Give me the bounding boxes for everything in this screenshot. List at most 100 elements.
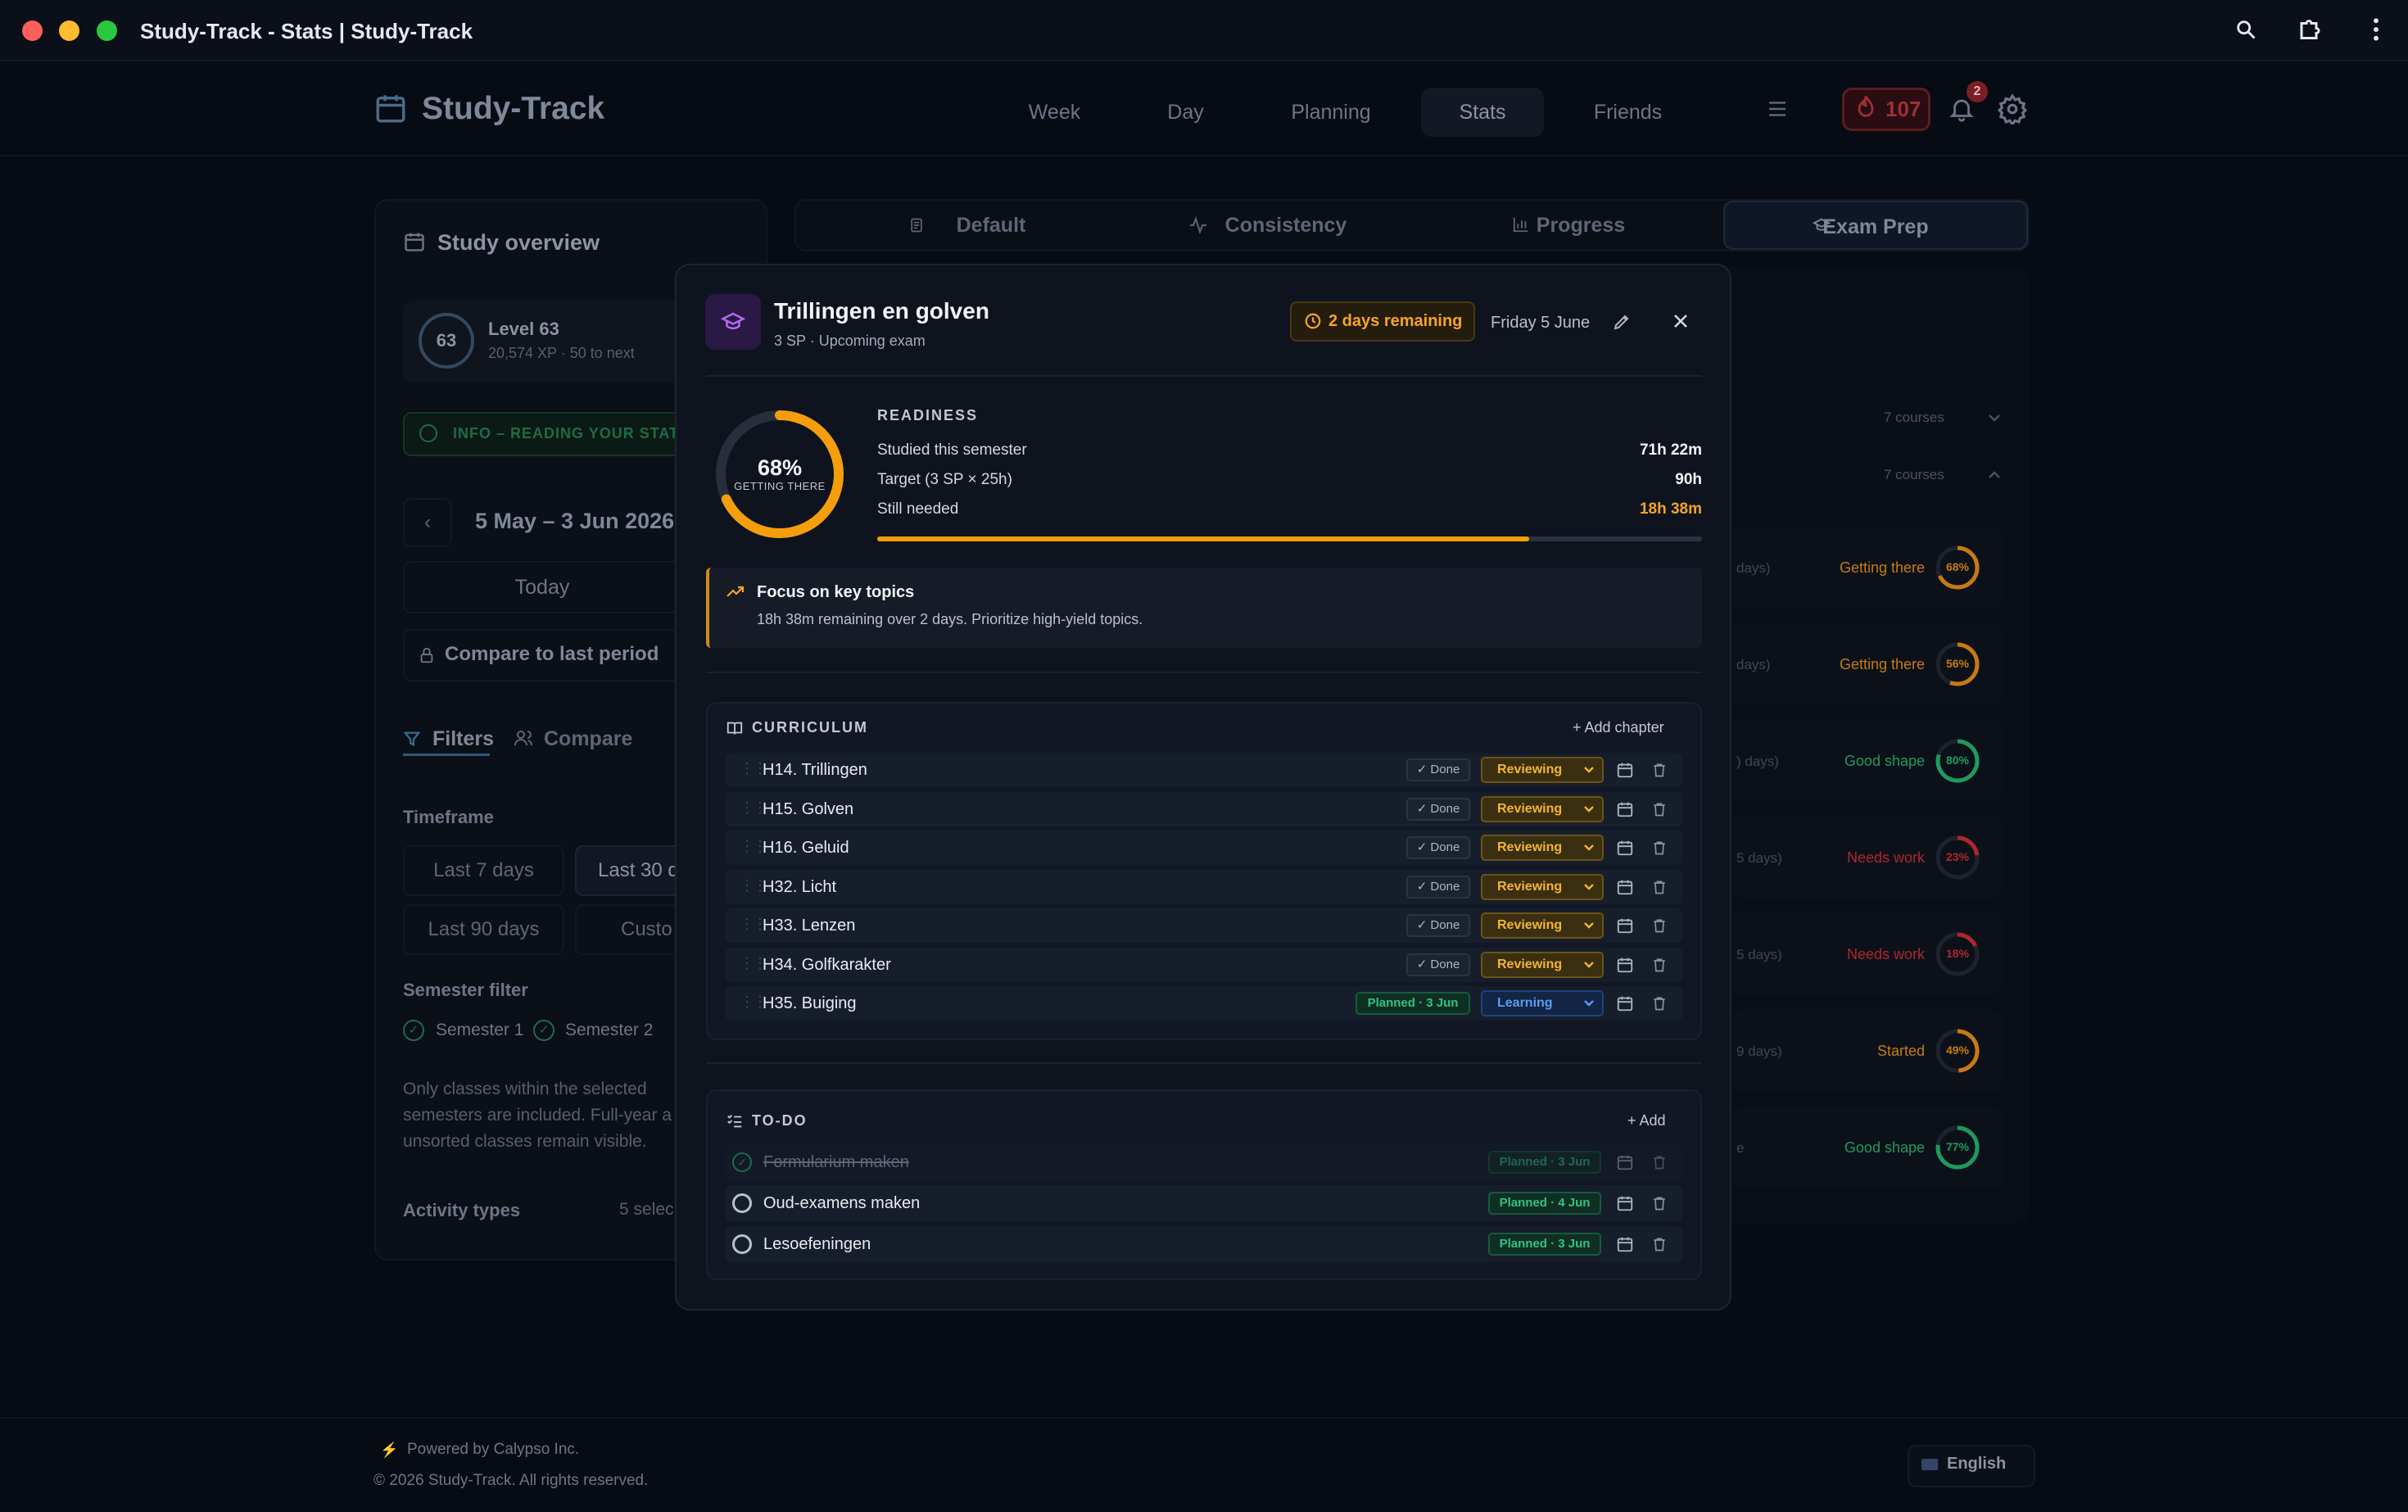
semester2-check-icon[interactable]: ✓ [533, 1020, 554, 1041]
book-icon [726, 719, 744, 737]
timeframe-custom[interactable]: Custo [575, 904, 686, 955]
search-icon[interactable] [2234, 18, 2257, 41]
nav-tab-day[interactable]: Day [1126, 88, 1245, 137]
trash-icon[interactable] [1651, 1235, 1671, 1255]
nav-tab-planning[interactable]: Planning [1257, 88, 1405, 137]
readiness-progress-track [877, 536, 1702, 541]
course-percent: 77% [1945, 1140, 1970, 1153]
target-label: Target (3 SP × 25h) [877, 471, 1012, 488]
todo-done-check-icon[interactable]: ✓ [732, 1152, 752, 1172]
chapter-done-tag[interactable]: ✓ Done [1406, 875, 1470, 899]
calendar-icon[interactable] [1616, 994, 1636, 1014]
nav-tab-week[interactable]: Week [995, 88, 1114, 137]
todo-checkbox[interactable] [732, 1234, 752, 1254]
chapter-status-select[interactable]: Reviewing [1481, 757, 1604, 783]
calendar-icon[interactable] [1616, 956, 1636, 976]
clock-icon [1304, 312, 1322, 330]
xp-label: 20,574 XP · 50 to next [488, 345, 635, 361]
chapter-status-label: Reviewing [1497, 918, 1563, 932]
gear-icon[interactable] [1997, 93, 2028, 124]
todo-planned-tag[interactable]: Planned · 4 Jun [1488, 1192, 1601, 1215]
chapter-done-tag[interactable]: ✓ Done [1406, 914, 1470, 937]
activity-types-value[interactable]: 5 selec [619, 1200, 674, 1220]
prev-period-button[interactable]: ‹ [403, 498, 452, 547]
chapter-status-select[interactable]: Reviewing [1481, 912, 1604, 939]
chapter-status-select[interactable]: Reviewing [1481, 873, 1604, 900]
today-button[interactable]: Today [403, 561, 681, 613]
calendar-icon[interactable] [1616, 878, 1636, 898]
chapter-planned-tag[interactable]: Planned · 3 Jun [1356, 992, 1470, 1015]
course-days: days) [1736, 560, 1771, 576]
calendar-icon[interactable] [1616, 839, 1636, 858]
maximize-window-button[interactable] [97, 20, 117, 41]
chapter-status-select[interactable]: Learning [1481, 990, 1604, 1016]
chapter-status-select[interactable]: Reviewing [1481, 795, 1604, 822]
add-chapter-button[interactable]: + Add chapter [1573, 719, 1664, 736]
more-menu-icon[interactable] [2371, 16, 2381, 43]
chapter-name: H35. Buiging [763, 994, 857, 1012]
chapter-done-tag[interactable]: ✓ Done [1406, 758, 1470, 781]
calendar-icon[interactable] [1616, 1194, 1636, 1214]
trash-icon[interactable] [1651, 1153, 1671, 1173]
trash-icon[interactable] [1651, 839, 1671, 858]
courses-count-b[interactable]: 7 courses [1884, 467, 1944, 483]
nav-tab-friends[interactable]: Friends [1560, 88, 1695, 137]
trash-icon[interactable] [1651, 878, 1671, 898]
activity-icon [1188, 215, 1208, 235]
chapter-done-tag[interactable]: ✓ Done [1406, 953, 1470, 976]
todo-checkbox[interactable] [732, 1193, 752, 1213]
chapter-done-tag[interactable]: ✓ Done [1406, 836, 1470, 859]
checklist-icon [726, 1112, 744, 1130]
compare-tab[interactable]: Compare [544, 727, 632, 751]
trash-icon[interactable] [1651, 761, 1671, 781]
calendar-icon[interactable] [1616, 800, 1636, 820]
hamburger-menu-icon[interactable] [1765, 97, 1790, 121]
chevron-down-icon [1582, 765, 1596, 775]
chevron-down-icon[interactable] [1987, 412, 2002, 423]
courses-count-a[interactable]: 7 courses [1884, 410, 1944, 426]
trash-icon[interactable] [1651, 956, 1671, 976]
subtab-exam-prep[interactable]: Exam Prep [1723, 201, 2028, 250]
minimize-window-button[interactable] [59, 20, 79, 41]
timeframe-30-days[interactable]: Last 30 d [575, 845, 686, 896]
trash-icon[interactable] [1651, 1194, 1671, 1214]
trash-icon[interactable] [1651, 800, 1671, 820]
chapter-status-select[interactable]: Reviewing [1481, 835, 1604, 861]
filters-tab[interactable]: Filters [432, 727, 494, 751]
chapter-status-select[interactable]: Reviewing [1481, 951, 1604, 978]
close-icon[interactable] [1671, 311, 1691, 331]
chapter-done-tag[interactable]: ✓ Done [1406, 797, 1470, 821]
todo-planned-tag[interactable]: Planned · 3 Jun [1488, 1151, 1601, 1174]
calendar-icon[interactable] [1616, 917, 1636, 936]
users-icon [514, 728, 533, 748]
calendar-icon[interactable] [1616, 1235, 1636, 1255]
chevron-down-icon [1582, 882, 1596, 892]
trash-icon[interactable] [1651, 994, 1671, 1014]
nav-tab-stats[interactable]: Stats [1421, 88, 1544, 137]
course-percent: 49% [1945, 1043, 1970, 1057]
chapter-status-label: Reviewing [1497, 879, 1563, 894]
timeframe-7-days[interactable]: Last 7 days [403, 845, 564, 896]
readiness-heading: READINESS [877, 407, 979, 423]
trash-icon[interactable] [1651, 917, 1671, 936]
calendar-icon[interactable] [1616, 1153, 1636, 1173]
semester1-check-icon[interactable]: ✓ [403, 1020, 424, 1041]
add-todo-button[interactable]: + Add [1627, 1112, 1666, 1129]
todo-name: Formularium maken [763, 1153, 909, 1171]
extensions-icon[interactable] [2297, 15, 2326, 44]
subtab-progress[interactable]: Progress [1466, 199, 1695, 251]
streak-value: 107 [1885, 97, 1921, 121]
notification-count-badge: 2 [1967, 81, 1988, 102]
todo-planned-tag[interactable]: Planned · 3 Jun [1488, 1233, 1601, 1256]
window-title: Study-Track - Stats | Study-Track [140, 19, 473, 43]
readiness-percent: 68% [757, 455, 803, 480]
chevron-up-icon[interactable] [1987, 469, 2002, 481]
timeframe-90-days[interactable]: Last 90 days [403, 904, 564, 955]
calendar-icon[interactable] [1616, 761, 1636, 781]
pencil-icon[interactable] [1612, 312, 1632, 332]
course-days: 9 days) [1736, 1043, 1782, 1059]
lightning-icon: ⚡ [380, 1442, 399, 1458]
semester-note: Only classes within the selected semeste… [403, 1076, 672, 1155]
close-window-button[interactable] [22, 20, 43, 41]
chevron-down-icon [1582, 998, 1596, 1008]
